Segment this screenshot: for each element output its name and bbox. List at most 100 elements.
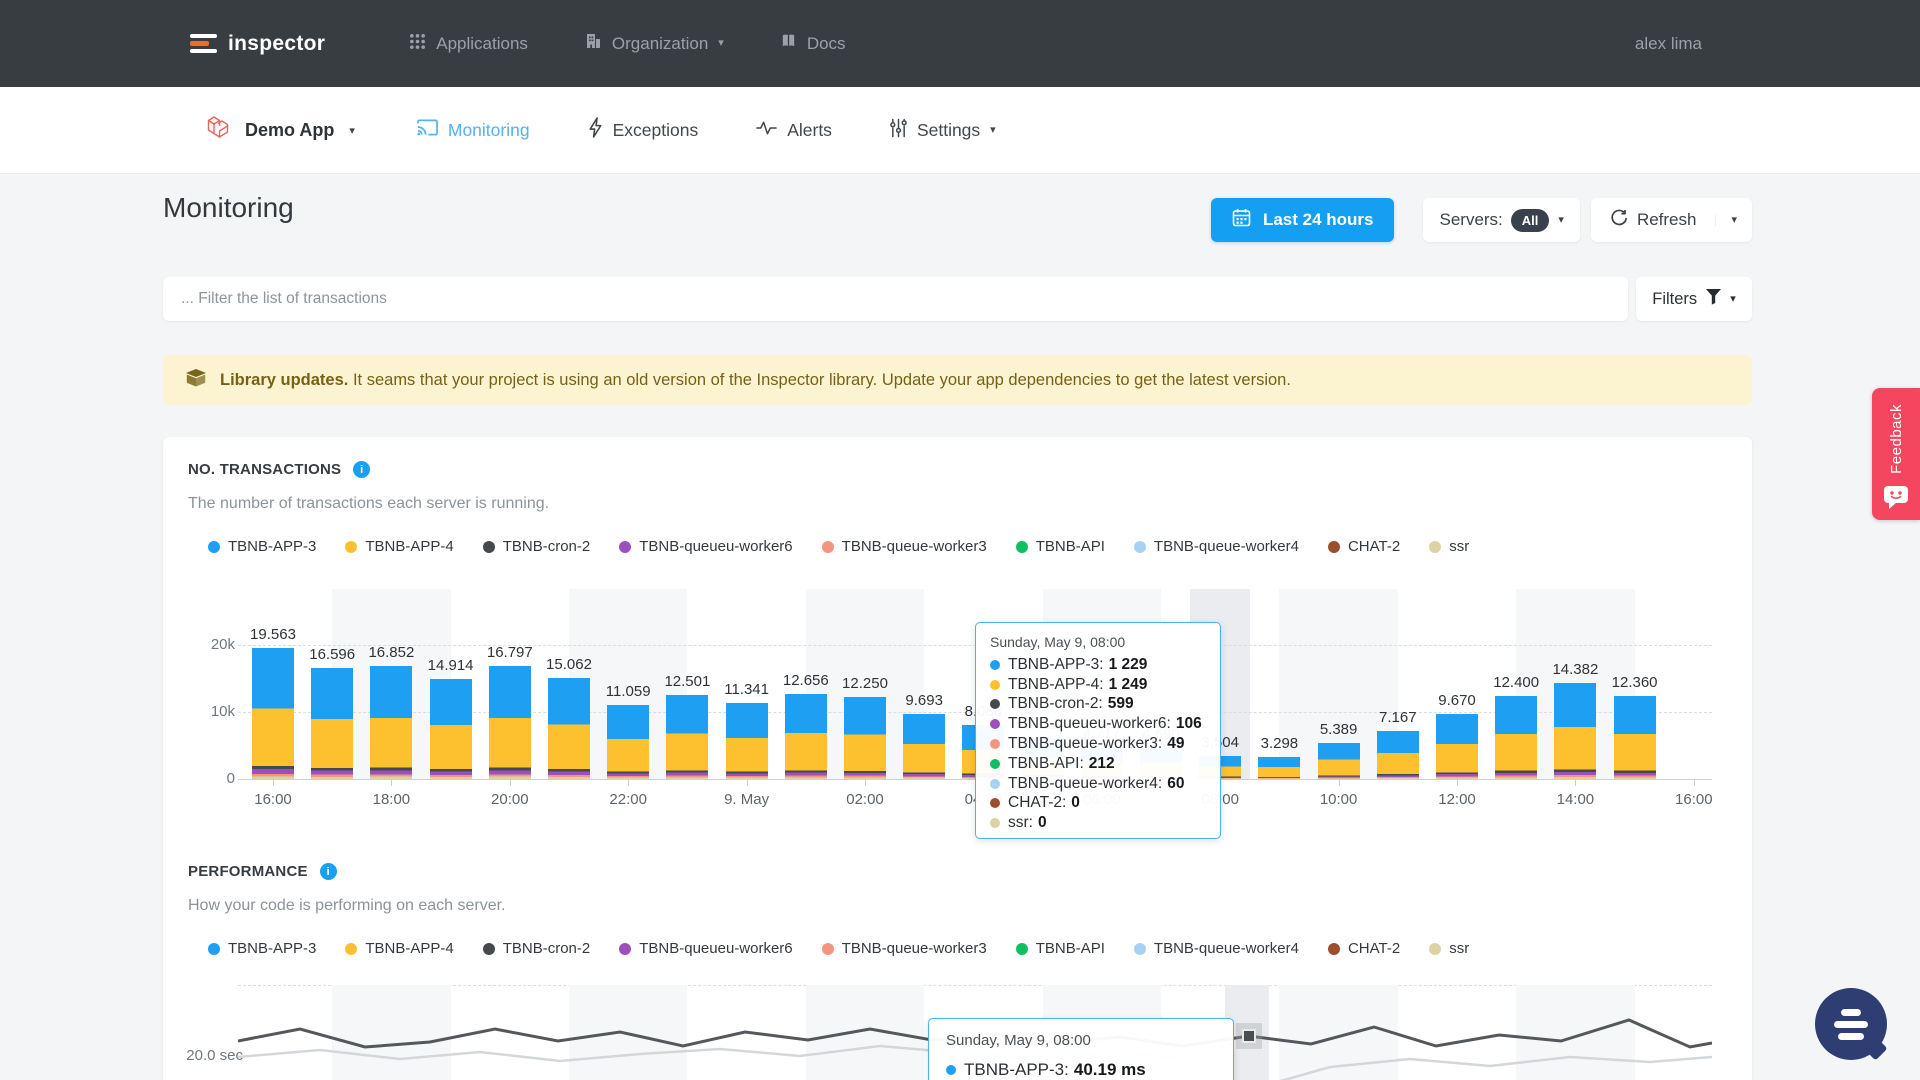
legend-item[interactable]: ssr [1429, 538, 1469, 555]
inspector-logo[interactable]: inspector [190, 32, 325, 56]
x-axis-tickmark [865, 779, 866, 786]
feedback-tab[interactable]: Feedback [1872, 388, 1920, 520]
bar[interactable] [370, 666, 412, 779]
bar-value-label: 3.298 [1261, 735, 1299, 752]
legend-item[interactable]: TBNB-queue-worker3 [822, 538, 987, 555]
chat-icon [1838, 1033, 1864, 1040]
refresh-dropdown-toggle[interactable]: ▾ [1715, 215, 1752, 226]
x-axis-tick: 16:00 [1675, 791, 1713, 808]
bar[interactable] [726, 703, 768, 779]
topnav-item-organization[interactable]: Organization▾ [584, 32, 724, 55]
funnel-icon [1705, 288, 1722, 310]
tooltip-series-value: 0 [1038, 814, 1047, 832]
bar[interactable] [666, 695, 708, 779]
refresh-button[interactable]: Refresh [1591, 209, 1716, 232]
filters-button[interactable]: Filters ▾ [1636, 277, 1752, 321]
bar[interactable] [548, 678, 590, 779]
legend-item[interactable]: CHAT-2 [1328, 538, 1400, 555]
legend-label: TBNB-queueu-worker6 [639, 940, 792, 957]
legend-item[interactable]: TBNB-queueu-worker6 [619, 940, 792, 957]
tab-alerts[interactable]: Alerts [756, 117, 832, 143]
legend-label: TBNB-APP-3 [228, 538, 316, 555]
bar[interactable] [1258, 757, 1300, 779]
performance-section-subtitle: How your code is performing on each serv… [188, 897, 505, 915]
legend-item[interactable]: TBNB-APP-3 [208, 538, 316, 555]
chat-widget-button[interactable] [1815, 988, 1887, 1060]
bar[interactable] [903, 714, 945, 779]
legend-dot [1134, 541, 1146, 553]
topnav-item-applications[interactable]: Applications [409, 32, 528, 55]
tab-settings[interactable]: Settings▾ [890, 117, 996, 143]
info-icon[interactable]: i [320, 863, 337, 880]
bar-value-label: 12.250 [842, 675, 888, 692]
bar-value-label: 12.400 [1493, 674, 1539, 691]
legend-label: ssr [1449, 538, 1469, 555]
series-dot [990, 798, 1000, 808]
bar[interactable] [1436, 714, 1478, 779]
bar-value-label: 15.062 [546, 656, 592, 673]
performance-tooltip: Sunday, May 9, 08:00 TBNB-APP-3:40.19 ms… [928, 1018, 1234, 1080]
banner-title: Library updates. [220, 371, 348, 389]
chart-hover-handle[interactable] [1242, 1029, 1256, 1043]
bar[interactable] [1495, 696, 1537, 779]
performance-section-title: PERFORMANCE i [188, 863, 337, 880]
bar[interactable] [1318, 743, 1360, 779]
legend-item[interactable]: TBNB-queue-worker4 [1134, 538, 1299, 555]
tooltip-series-value: 212 [1089, 755, 1115, 773]
bar[interactable] [1377, 731, 1419, 779]
legend-item[interactable]: TBNB-cron-2 [483, 538, 591, 555]
legend-dot [822, 943, 834, 955]
legend-item[interactable]: CHAT-2 [1328, 940, 1400, 957]
bar-value-label: 11.059 [606, 683, 651, 700]
legend-dot [1429, 943, 1441, 955]
tab-monitoring[interactable]: Monitoring [417, 117, 530, 143]
time-range-label: Last 24 hours [1263, 210, 1374, 230]
legend-item[interactable]: TBNB-APP-4 [345, 538, 453, 555]
legend-item[interactable]: TBNB-APP-3 [208, 940, 316, 957]
chevron-down-icon: ▾ [1558, 215, 1564, 226]
bar[interactable] [489, 666, 531, 779]
bar[interactable] [1614, 696, 1656, 779]
bar-value-label: 9.670 [1438, 692, 1476, 709]
legend-item[interactable]: TBNB-API [1016, 538, 1105, 555]
legend-item[interactable]: ssr [1429, 940, 1469, 957]
user-menu[interactable]: alex lima [1635, 34, 1702, 54]
sliders-icon [890, 118, 907, 143]
series-dot [990, 719, 1000, 729]
legend-item[interactable]: TBNB-queue-worker4 [1134, 940, 1299, 957]
topnav-item-label: Applications [436, 34, 528, 54]
time-range-button[interactable]: Last 24 hours [1211, 198, 1395, 242]
bar[interactable] [430, 679, 472, 779]
topnav-item-docs[interactable]: Docs [780, 32, 846, 55]
info-icon[interactable]: i [353, 461, 370, 478]
series-dot [990, 739, 1000, 749]
legend-item[interactable]: TBNB-APP-4 [345, 940, 453, 957]
bar[interactable] [311, 668, 353, 779]
transactions-tooltip: Sunday, May 9, 08:00 TBNB-APP-3:1 229TBN… [975, 622, 1221, 839]
bar[interactable] [1554, 683, 1596, 779]
bar-value-label: 12.501 [664, 673, 710, 690]
bar[interactable] [785, 694, 827, 779]
x-axis-tickmark [1575, 779, 1576, 786]
transactions-filter-input[interactable] [163, 277, 1628, 321]
series-dot [990, 818, 1000, 828]
bar[interactable] [844, 697, 886, 779]
bar-value-label: 12.360 [1612, 674, 1658, 691]
tab-exceptions[interactable]: Exceptions [588, 117, 699, 143]
x-axis-tick: 18:00 [373, 791, 411, 808]
legend-item[interactable]: TBNB-API [1016, 940, 1105, 957]
brand-name: inspector [228, 32, 325, 56]
x-axis-tick: 9. May [724, 791, 769, 808]
bar[interactable] [607, 705, 649, 779]
series-dot [990, 660, 1000, 670]
app-name: Demo App [245, 120, 334, 141]
tooltip-series-name: TBNB-queue-worker3: [1008, 735, 1162, 753]
legend-item[interactable]: TBNB-cron-2 [483, 940, 591, 957]
app-switcher[interactable]: Demo App ▾ [207, 115, 355, 145]
tooltip-row: TBNB-API: 212 [990, 754, 1206, 774]
legend-item[interactable]: TBNB-queueu-worker6 [619, 538, 792, 555]
bar[interactable] [252, 648, 294, 779]
legend-item[interactable]: TBNB-queue-worker3 [822, 940, 987, 957]
servers-filter-button[interactable]: Servers: All ▾ [1423, 198, 1579, 242]
tooltip-series-name: TBNB-API: [1008, 755, 1084, 773]
